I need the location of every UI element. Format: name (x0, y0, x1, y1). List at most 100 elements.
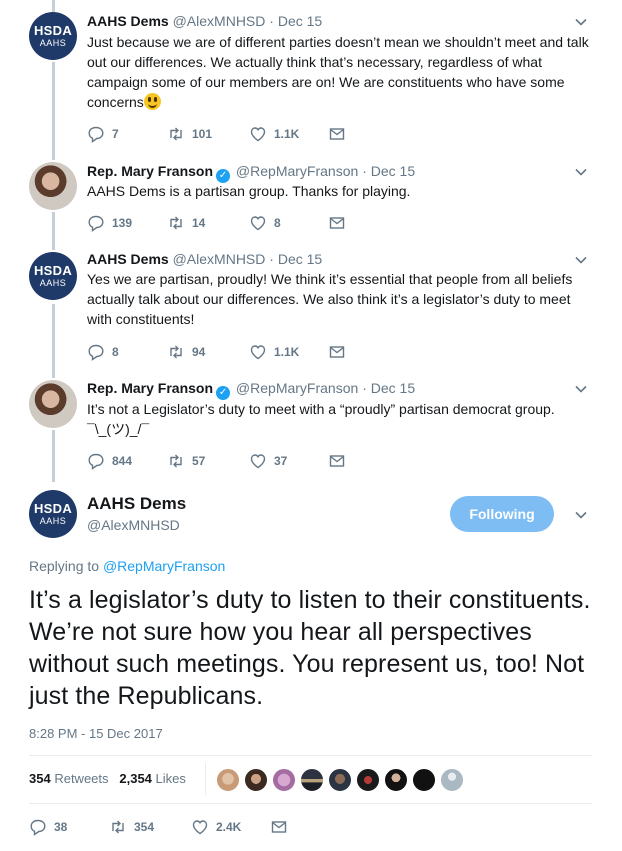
like-count: 1.1K (274, 345, 300, 359)
chevron-down-icon[interactable] (574, 253, 588, 267)
chevron-down-icon[interactable] (574, 165, 588, 179)
likes-stat[interactable]: 2,354 Likes (119, 771, 186, 786)
retweets-label: Retweets (54, 771, 109, 786)
chevron-down-icon[interactable] (574, 15, 588, 29)
heart-icon (250, 454, 266, 469)
tweet-text: Yes we are partisan, proudly! We think i… (87, 269, 592, 329)
like-button[interactable]: 8 (249, 213, 281, 233)
retweet-button[interactable]: 94 (167, 342, 205, 362)
retweet-button[interactable]: 354 (109, 817, 154, 837)
reply-count: 38 (54, 820, 68, 834)
like-count: 1.1K (274, 127, 300, 141)
envelope-icon (329, 455, 345, 467)
chevron-down-icon[interactable] (574, 382, 588, 396)
author-name[interactable]: AAHS Dems (87, 251, 169, 267)
liker-avatar[interactable] (384, 768, 408, 792)
reply-icon (88, 126, 104, 143)
liker-avatar[interactable] (244, 768, 268, 792)
reply-count: 8 (112, 345, 119, 359)
thread-connector (52, 212, 55, 250)
reply-icon (30, 819, 46, 836)
direct-message-button[interactable] (270, 817, 288, 837)
replying-to-label: Replying to (29, 558, 100, 574)
liker-avatar[interactable] (356, 768, 380, 792)
direct-message-button[interactable] (328, 342, 346, 362)
liker-avatar[interactable] (300, 768, 324, 792)
like-button[interactable]: 37 (249, 451, 287, 471)
tweet-header: Rep. Mary Franson ✓ @RepMaryFranson · Dec… (87, 162, 415, 183)
liker-avatar[interactable] (272, 768, 296, 792)
tweet-timestamp[interactable]: 8:28 PM - 15 Dec 2017 (29, 725, 163, 743)
direct-message-button[interactable] (328, 124, 346, 144)
avatar[interactable]: HSDA AAHS (29, 12, 77, 60)
liker-avatar[interactable] (216, 768, 240, 792)
heart-icon (250, 127, 266, 142)
liker-avatar[interactable] (440, 768, 464, 792)
replying-to-handle-link[interactable]: @RepMaryFranson (103, 558, 225, 574)
author-handle[interactable]: @AlexMNHSD (173, 13, 266, 29)
author-handle[interactable]: @RepMaryFranson (236, 163, 358, 179)
author-name[interactable]: Rep. Mary Franson (87, 380, 213, 396)
author-name[interactable]: AAHS Dems (87, 13, 169, 29)
reply-count: 7 (112, 127, 119, 141)
author-handle[interactable]: @AlexMNHSD (173, 251, 266, 267)
retweet-button[interactable]: 101 (167, 124, 212, 144)
tweet-text-content: Yes we are partisan, proudly! We think i… (87, 271, 573, 327)
main-tweet-text: It’s a legislator’s duty to listen to th… (29, 586, 591, 710)
envelope-icon (329, 128, 345, 140)
like-button[interactable]: 1.1K (249, 124, 299, 144)
retweet-button[interactable]: 14 (167, 213, 205, 233)
direct-message-button[interactable] (328, 213, 346, 233)
tweet-text: Just because we are of different parties… (87, 32, 592, 112)
chevron-down-icon[interactable] (574, 508, 588, 522)
reply-button[interactable]: 844 (87, 451, 132, 471)
retweet-icon (112, 820, 124, 834)
like-count: 37 (274, 454, 288, 468)
reply-count: 844 (112, 454, 133, 468)
separator-dot: · (269, 13, 274, 29)
reply-button[interactable]: 38 (29, 817, 67, 837)
likes-total: 2,354 (119, 771, 152, 786)
like-button[interactable]: 2.4K (191, 817, 241, 837)
direct-message-button[interactable] (328, 451, 346, 471)
author-handle[interactable]: @RepMaryFranson (236, 380, 358, 396)
tweet-date[interactable]: Dec 15 (371, 163, 415, 179)
author-name[interactable]: Rep. Mary Franson (87, 163, 213, 179)
divider (29, 803, 592, 804)
retweets-stat[interactable]: 354 Retweets (29, 771, 109, 786)
retweet-count: 14 (192, 216, 206, 230)
retweet-button[interactable]: 57 (167, 451, 205, 471)
likes-label: Likes (155, 771, 186, 786)
tweet-date[interactable]: Dec 15 (278, 251, 322, 267)
tweet-header: AAHS Dems @AlexMNHSD · Dec 15 (87, 250, 322, 268)
avatar[interactable]: HSDA AAHS (29, 252, 77, 300)
reply-button[interactable]: 7 (87, 124, 119, 144)
author-name[interactable]: AAHS Dems (87, 494, 186, 514)
like-button[interactable]: 1.1K (249, 342, 299, 362)
avatar[interactable] (29, 162, 77, 210)
divider (29, 755, 592, 756)
like-count: 2.4K (216, 820, 242, 834)
envelope-icon (329, 346, 345, 358)
stats-separator (205, 763, 206, 795)
tweet-date[interactable]: Dec 15 (371, 380, 415, 396)
avatar[interactable] (29, 380, 77, 428)
following-button[interactable]: Following (450, 496, 554, 532)
separator-dot: · (362, 163, 367, 179)
avatar[interactable]: HSDA AAHS (29, 490, 77, 538)
retweet-icon (170, 454, 182, 468)
reply-button[interactable]: 8 (87, 342, 119, 362)
reply-icon (88, 344, 104, 361)
separator-dot: · (269, 251, 274, 267)
tweet-date[interactable]: Dec 15 (278, 13, 322, 29)
retweet-count: 354 (134, 820, 155, 834)
tweet-text-content: It’s not a Legislator’s duty to meet wit… (87, 401, 555, 437)
reply-button[interactable]: 139 (87, 213, 132, 233)
retweet-icon (170, 216, 182, 230)
retweet-icon (170, 127, 182, 141)
liker-avatar[interactable] (328, 768, 352, 792)
reply-icon (88, 453, 104, 470)
verified-badge-icon: ✓ (216, 386, 231, 400)
liker-avatar[interactable] (412, 768, 436, 792)
author-handle[interactable]: @AlexMNHSD (87, 516, 180, 534)
